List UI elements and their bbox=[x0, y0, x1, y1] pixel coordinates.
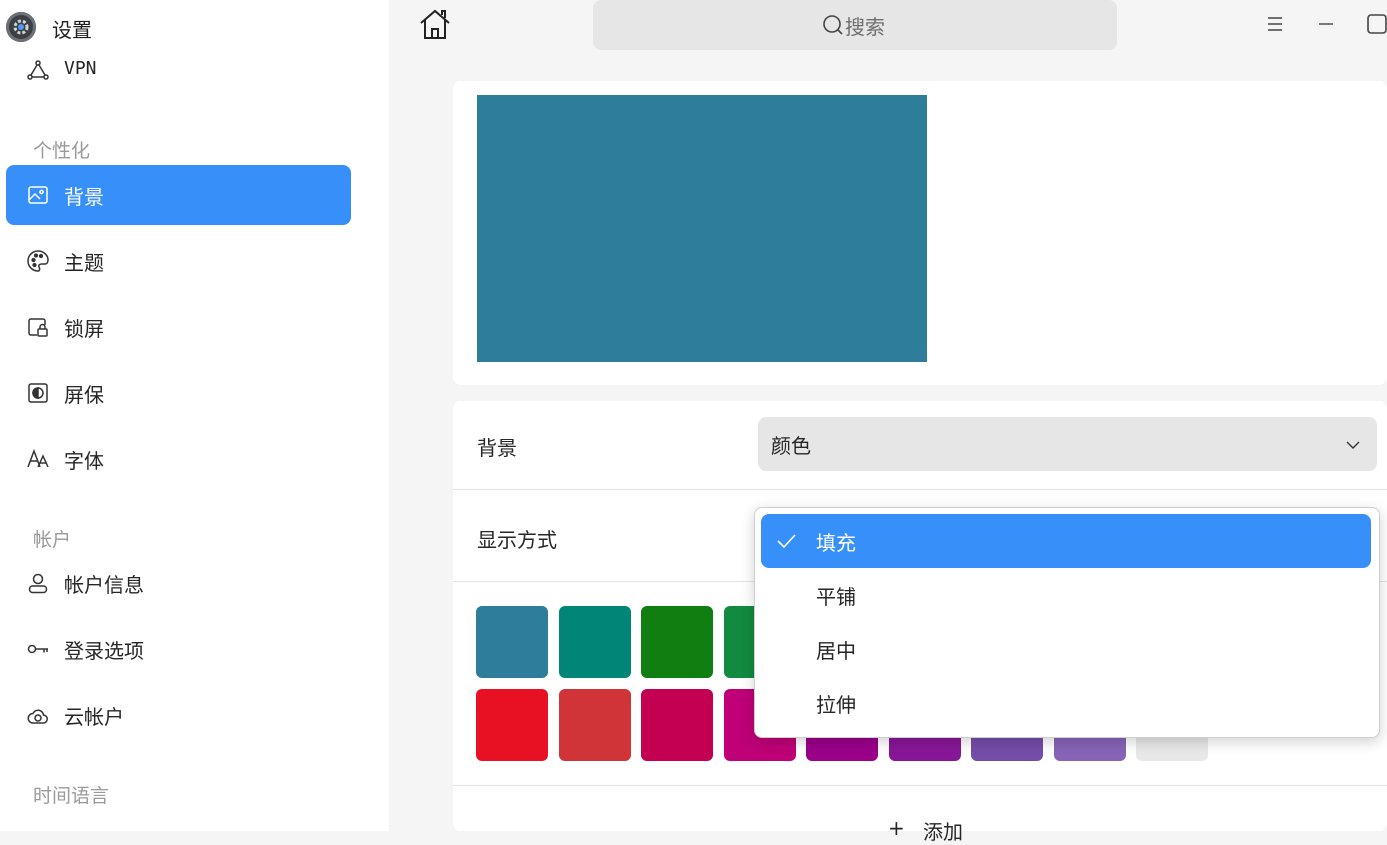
sidebar-item-font[interactable]: 字体 bbox=[6, 429, 351, 489]
chevron-down-icon bbox=[1345, 437, 1361, 457]
app-title: 设置 bbox=[52, 18, 92, 42]
color-swatch[interactable] bbox=[558, 606, 631, 678]
option-label: 填充 bbox=[816, 531, 856, 555]
network-icon bbox=[26, 58, 50, 82]
sidebar-item-lockscreen[interactable]: 锁屏 bbox=[6, 297, 351, 357]
background-preview bbox=[477, 95, 927, 362]
screensaver-icon bbox=[26, 381, 50, 405]
display-mode-label: 显示方式 bbox=[477, 528, 557, 552]
background-label: 背景 bbox=[477, 436, 517, 460]
minimize-icon bbox=[1319, 23, 1333, 25]
image-icon bbox=[26, 183, 50, 207]
option-tile[interactable]: 平铺 bbox=[761, 568, 1371, 622]
key-icon bbox=[26, 637, 50, 661]
settings-app-icon bbox=[6, 12, 36, 42]
divider bbox=[453, 489, 1387, 490]
sidebar-item-label: 屏保 bbox=[64, 383, 104, 407]
hamburger-icon bbox=[1268, 17, 1282, 31]
sidebar-item-label: 背景 bbox=[64, 185, 104, 209]
cloud-icon bbox=[26, 703, 50, 727]
minimize-button[interactable] bbox=[1314, 12, 1338, 36]
background-type-select[interactable]: 颜色 bbox=[758, 417, 1377, 471]
user-icon bbox=[26, 571, 50, 595]
color-swatch[interactable] bbox=[476, 606, 548, 678]
group-title-accounts: 帐户 bbox=[33, 529, 72, 551]
home-button[interactable] bbox=[417, 6, 453, 42]
lock-screen-icon bbox=[26, 315, 50, 339]
sidebar-item-label: VPN bbox=[64, 58, 97, 79]
divider bbox=[453, 785, 1387, 786]
sidebar-item-label: 主题 bbox=[64, 251, 104, 275]
menu-button[interactable] bbox=[1263, 12, 1287, 36]
option-stretch[interactable]: 拉伸 bbox=[761, 676, 1371, 730]
sidebar-item-theme[interactable]: 主题 bbox=[6, 231, 351, 291]
color-swatch[interactable] bbox=[558, 689, 631, 761]
sidebar-item-login-options[interactable]: 登录选项 bbox=[6, 619, 351, 679]
option-label: 拉伸 bbox=[816, 693, 856, 717]
preview-card bbox=[453, 81, 1387, 385]
font-icon bbox=[26, 447, 50, 471]
sidebar-item-label: 帐户信息 bbox=[64, 573, 144, 597]
sidebar-item-screensaver[interactable]: 屏保 bbox=[6, 363, 351, 423]
sidebar-item-account-info[interactable]: 帐户信息 bbox=[6, 553, 351, 613]
color-swatch[interactable] bbox=[641, 606, 713, 678]
sidebar-item-label: 锁屏 bbox=[64, 317, 104, 341]
color-swatch[interactable] bbox=[476, 689, 548, 761]
maximize-icon bbox=[1367, 14, 1387, 34]
option-label: 平铺 bbox=[816, 585, 856, 609]
sidebar-item-label: 云帐户 bbox=[64, 705, 124, 729]
sidebar-item-background[interactable]: 背景 bbox=[6, 165, 351, 225]
display-mode-dropdown: 填充 平铺 居中 拉伸 bbox=[754, 507, 1380, 738]
option-center[interactable]: 居中 bbox=[761, 622, 1371, 676]
option-label: 居中 bbox=[816, 639, 856, 663]
background-type-value: 颜色 bbox=[771, 434, 811, 458]
maximize-button[interactable] bbox=[1365, 12, 1387, 36]
sidebar: 设置 VPN 个性化 背景 主题 锁屏 屏保 字体 帐户 帐户信息 登录选项 云… bbox=[0, 0, 389, 831]
search-input[interactable]: 搜索 bbox=[593, 0, 1117, 50]
sidebar-item-label: 登录选项 bbox=[64, 639, 144, 663]
option-fill[interactable]: 填充 bbox=[761, 514, 1371, 568]
sidebar-item-vpn[interactable]: VPN bbox=[6, 42, 351, 98]
search-placeholder: 搜索 bbox=[845, 15, 885, 39]
check-icon bbox=[775, 530, 797, 556]
group-title-time-language: 时间语言 bbox=[33, 785, 110, 807]
group-title-personalization: 个性化 bbox=[33, 140, 91, 162]
sidebar-item-label: 字体 bbox=[64, 449, 104, 473]
palette-icon bbox=[26, 249, 50, 273]
search-icon bbox=[821, 13, 845, 41]
color-swatch[interactable] bbox=[641, 689, 713, 761]
sidebar-item-cloud-account[interactable]: 云帐户 bbox=[6, 685, 351, 745]
add-icon: + bbox=[888, 816, 905, 840]
